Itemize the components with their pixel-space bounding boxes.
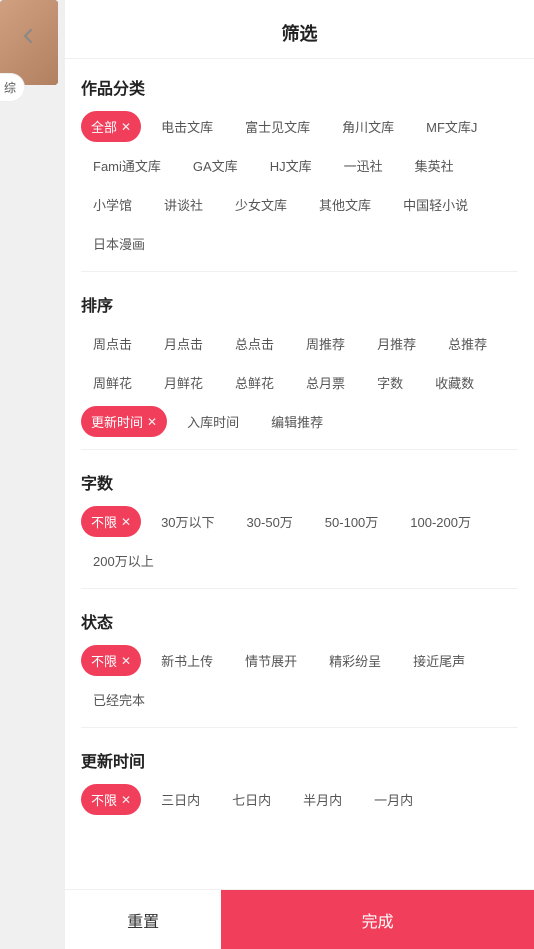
- tag-已经完本[interactable]: 已经完本: [81, 684, 157, 715]
- category-title: 作品分类: [81, 75, 518, 99]
- tag-收藏数[interactable]: 收藏数: [423, 367, 486, 398]
- wordcount-section: 字数 不限 ✕ 30万以下 30-50万 50-100万 100-200万 20…: [81, 454, 518, 584]
- confirm-button[interactable]: 完成: [221, 890, 534, 949]
- background-panel: [0, 0, 65, 949]
- tag-七日内[interactable]: 七日内: [220, 784, 283, 815]
- tag-字数不限[interactable]: 不限 ✕: [81, 506, 141, 537]
- tag-ga文库[interactable]: GA文库: [181, 150, 250, 181]
- tag-总鲜花[interactable]: 总鲜花: [223, 367, 286, 398]
- tag-mf文库j[interactable]: MF文库J: [414, 111, 489, 142]
- tag-半月内[interactable]: 半月内: [291, 784, 354, 815]
- tag-少女文库[interactable]: 少女文库: [223, 189, 299, 220]
- tag-close-icon-4: ✕: [121, 654, 131, 668]
- tag-时间不限[interactable]: 不限 ✕: [81, 784, 141, 815]
- tag-接近尾声[interactable]: 接近尾声: [401, 645, 477, 676]
- divider-3: [81, 588, 518, 589]
- panel-content: 作品分类 全部 ✕ 电击文库 富士见文库 角川文库 MF文库J Fami通文库 …: [65, 59, 534, 889]
- tag-三日内[interactable]: 三日内: [149, 784, 212, 815]
- tag-周点击[interactable]: 周点击: [81, 328, 144, 359]
- update-time-section: 更新时间 不限 ✕ 三日内 七日内 半月内 一月内: [81, 732, 518, 823]
- tag-close-icon-2: ✕: [147, 415, 157, 429]
- status-tags: 不限 ✕ 新书上传 情节展开 精彩纷呈 接近尾声 已经完本: [81, 645, 518, 715]
- tag-情节展开[interactable]: 情节展开: [233, 645, 309, 676]
- wordcount-title: 字数: [81, 470, 518, 494]
- divider-4: [81, 727, 518, 728]
- divider-2: [81, 449, 518, 450]
- tag-电击文库[interactable]: 电击文库: [149, 111, 225, 142]
- panel-footer: 重置 完成: [65, 889, 534, 949]
- tag-全部[interactable]: 全部 ✕: [81, 111, 141, 142]
- status-section: 状态 不限 ✕ 新书上传 情节展开 精彩纷呈 接近尾声 已经完本: [81, 593, 518, 723]
- tag-角川文库[interactable]: 角川文库: [330, 111, 406, 142]
- tag-编辑推荐[interactable]: 编辑推荐: [259, 406, 335, 437]
- tag-状态不限[interactable]: 不限 ✕: [81, 645, 141, 676]
- tag-总月票[interactable]: 总月票: [294, 367, 357, 398]
- divider-1: [81, 271, 518, 272]
- category-tags: 全部 ✕ 电击文库 富士见文库 角川文库 MF文库J Fami通文库 GA文库 …: [81, 111, 518, 259]
- tag-月推荐[interactable]: 月推荐: [365, 328, 428, 359]
- reset-button[interactable]: 重置: [65, 890, 221, 949]
- sort-section: 排序 周点击 月点击 总点击 周推荐 月推荐 总推荐 周鲜花 月鲜花 总鲜花 总…: [81, 276, 518, 445]
- tag-200万以上[interactable]: 200万以上: [81, 545, 166, 576]
- tag-精彩纷呈[interactable]: 精彩纷呈: [317, 645, 393, 676]
- panel-header: 筛选: [65, 0, 534, 59]
- panel-title: 筛选: [282, 24, 318, 44]
- tag-字数[interactable]: 字数: [365, 367, 415, 398]
- tag-30万以下[interactable]: 30万以下: [149, 506, 226, 537]
- tag-close-icon-5: ✕: [121, 793, 131, 807]
- tag-close-icon-3: ✕: [121, 515, 131, 529]
- tag-月鲜花[interactable]: 月鲜花: [152, 367, 215, 398]
- tag-小学馆[interactable]: 小学馆: [81, 189, 144, 220]
- tag-fami通文库[interactable]: Fami通文库: [81, 150, 173, 181]
- category-section: 作品分类 全部 ✕ 电击文库 富士见文库 角川文库 MF文库J Fami通文库 …: [81, 59, 518, 267]
- back-button[interactable]: [10, 18, 46, 54]
- update-time-tags: 不限 ✕ 三日内 七日内 半月内 一月内: [81, 784, 518, 815]
- tag-close-icon: ✕: [121, 120, 131, 134]
- tag-中国轻小说[interactable]: 中国轻小说: [391, 189, 480, 220]
- sort-tags: 周点击 月点击 总点击 周推荐 月推荐 总推荐 周鲜花 月鲜花 总鲜花 总月票 …: [81, 328, 518, 437]
- tag-30-50万[interactable]: 30-50万: [235, 506, 305, 537]
- tag-讲谈社[interactable]: 讲谈社: [152, 189, 215, 220]
- tag-月点击[interactable]: 月点击: [152, 328, 215, 359]
- tag-新书上传[interactable]: 新书上传: [149, 645, 225, 676]
- tag-集英社[interactable]: 集英社: [403, 150, 466, 181]
- tag-周推荐[interactable]: 周推荐: [294, 328, 357, 359]
- tag-总点击[interactable]: 总点击: [223, 328, 286, 359]
- tab-label: 综: [4, 81, 16, 95]
- filter-panel: 筛选 作品分类 全部 ✕ 电击文库 富士见文库 角川文库 MF文库J Fami通…: [65, 0, 534, 949]
- tag-50-100万[interactable]: 50-100万: [313, 506, 390, 537]
- wordcount-tags: 不限 ✕ 30万以下 30-50万 50-100万 100-200万 200万以…: [81, 506, 518, 576]
- sort-title: 排序: [81, 292, 518, 316]
- tag-一迅社[interactable]: 一迅社: [332, 150, 395, 181]
- tag-入库时间[interactable]: 入库时间: [175, 406, 251, 437]
- update-time-title: 更新时间: [81, 748, 518, 772]
- tag-100-200万[interactable]: 100-200万: [398, 506, 483, 537]
- status-title: 状态: [81, 609, 518, 633]
- tag-周鲜花[interactable]: 周鲜花: [81, 367, 144, 398]
- tag-富士见文库[interactable]: 富士见文库: [233, 111, 322, 142]
- tag-其他文库[interactable]: 其他文库: [307, 189, 383, 220]
- tag-更新时间[interactable]: 更新时间 ✕: [81, 406, 167, 437]
- tag-hj文库[interactable]: HJ文库: [258, 150, 324, 181]
- tag-总推荐[interactable]: 总推荐: [436, 328, 499, 359]
- tag-一月内[interactable]: 一月内: [362, 784, 425, 815]
- tag-日本漫画[interactable]: 日本漫画: [81, 228, 157, 259]
